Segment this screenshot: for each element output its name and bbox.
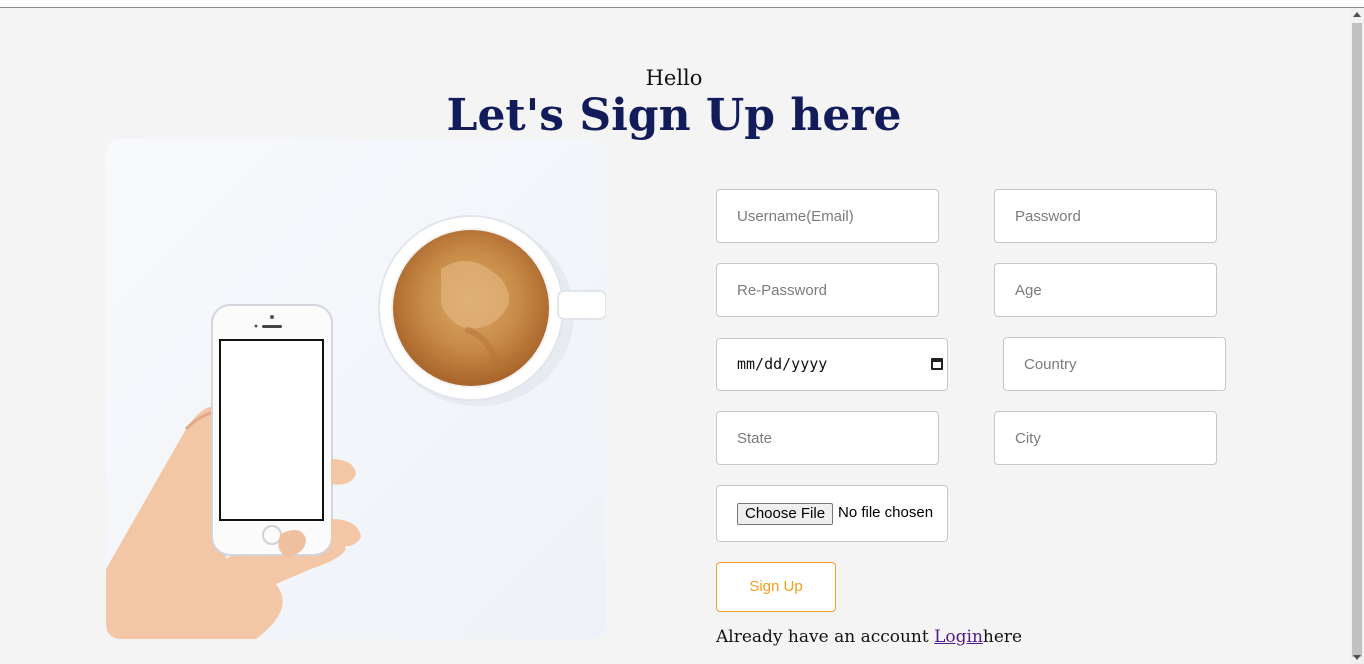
date-value: mm/dd/yyyy: [737, 355, 828, 373]
calendar-icon[interactable]: [931, 358, 943, 370]
repassword-input[interactable]: [716, 263, 939, 317]
phone-and-coffee-illustration: [106, 139, 606, 639]
sign-up-button[interactable]: Sign Up: [716, 562, 836, 612]
choose-file-button[interactable]: Choose File: [737, 503, 834, 525]
page-scrollbar[interactable]: [1350, 8, 1364, 664]
country-input[interactable]: [1003, 337, 1226, 391]
login-prompt-prefix: Already have an account: [716, 627, 935, 647]
scroll-up-arrow-icon[interactable]: [1353, 12, 1361, 17]
login-link[interactable]: Login: [934, 627, 983, 647]
age-input[interactable]: [994, 263, 1217, 317]
username-input[interactable]: [716, 189, 939, 243]
login-prompt: Already have an account Loginhere: [716, 627, 1022, 647]
state-input[interactable]: [716, 411, 939, 465]
hero-image: [106, 139, 606, 639]
date-of-birth-input[interactable]: mm/dd/yyyy: [716, 338, 948, 391]
login-prompt-suffix: here: [982, 627, 1023, 647]
file-upload-field: Choose File No file chosen: [716, 485, 948, 542]
password-input[interactable]: [994, 189, 1217, 243]
page-title: Let's Sign Up here: [446, 90, 902, 141]
file-status-text: No file chosen: [838, 504, 934, 521]
scrollbar-thumb[interactable]: [1352, 23, 1362, 657]
greeting-text: Hello: [645, 66, 703, 90]
scroll-down-arrow-icon[interactable]: [1353, 655, 1361, 660]
city-input[interactable]: [994, 411, 1217, 465]
browser-top-edge: [0, 0, 1364, 8]
